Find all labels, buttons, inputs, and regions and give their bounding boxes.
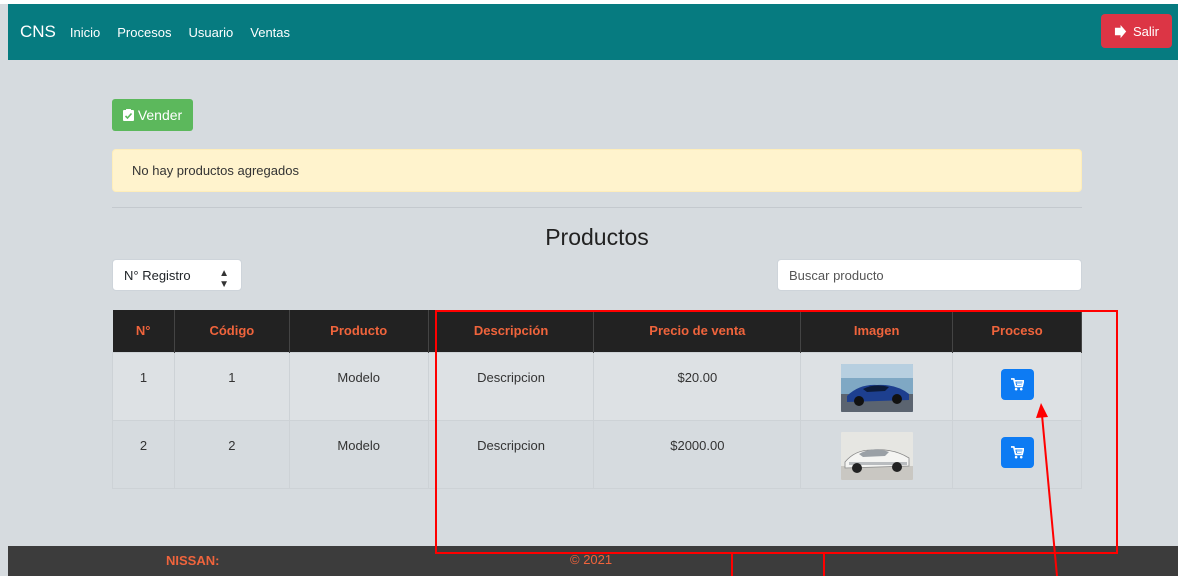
annotation-arrow [1036,403,1058,576]
